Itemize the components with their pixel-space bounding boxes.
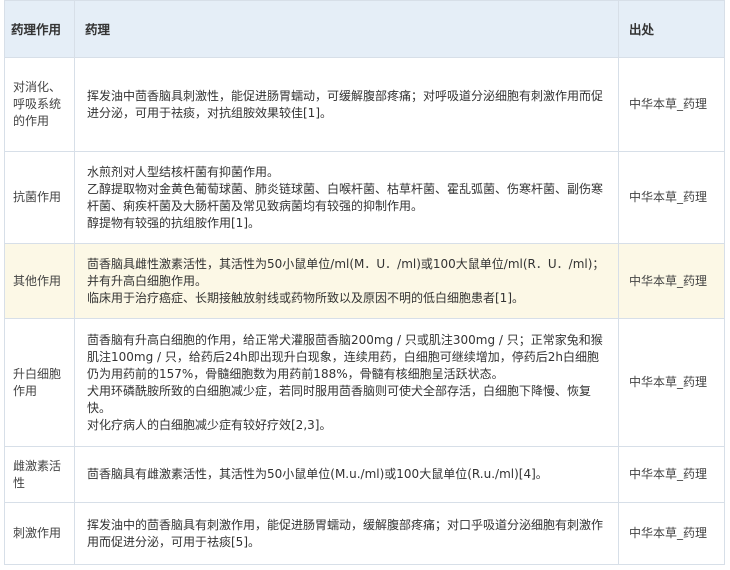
row-category: 抗菌作用 [4,151,75,244]
row-source: 中华本草_药理 [618,446,725,503]
row-category: 雌激素活性 [4,446,75,503]
pharmacology-line: 醇提物有较强的抗组胺作用[1]。 [87,215,260,230]
header-category: 药理作用 [4,0,75,58]
table-header-row: 药理作用 药理 出处 [4,0,725,58]
row-category: 其他作用 [4,243,75,319]
table-row: 其他作用 茴香脑具雌性激素活性，其活性为50小鼠单位/ml(M．U．/ml)或1… [4,243,725,319]
pharmacology-line: 茴香脑具有雌激素活性，其活性为50小鼠单位(M.u./ml)或100大鼠单位(R… [87,467,548,481]
row-pharmacology: 茴香脑具雌性激素活性，其活性为50小鼠单位/ml(M．U．/ml)或100大鼠单… [74,243,619,319]
row-category: 对消化、呼吸系统的作用 [4,57,75,152]
table-row: 雌激素活性 茴香脑具有雌激素活性，其活性为50小鼠单位(M.u./ml)或100… [4,446,725,503]
pharmacology-line: 犬用环磷酰胺所致的白细胞减少症，若同时服用茴香脑则可使犬全部存活，白细胞下降慢、… [87,383,592,415]
row-pharmacology: 茴香脑具有雌激素活性，其活性为50小鼠单位(M.u./ml)或100大鼠单位(R… [74,446,619,503]
pharmacology-line: 茴香脑有升高白细胞的作用，给正常犬灌服茴香脑200mg / 只或肌注300mg … [87,332,603,381]
table-row: 刺激作用 挥发油中的茴香脑具有刺激作用，能促进肠胃蠕动，缓解腹部疼痛；对口乎吸道… [4,502,725,565]
row-category: 刺激作用 [4,502,75,565]
header-source: 出处 [618,0,725,58]
pharmacology-line: 水煎剂对人型结核杆菌有抑菌作用。 [87,164,280,179]
pharmacology-line: 对化疗病人的白细胞减少症有较好疗效[2,3]。 [87,417,332,432]
table-row: 抗菌作用 水煎剂对人型结核杆菌有抑菌作用。 乙醇提取物对金黄色葡萄球菌、肺炎链球… [4,151,725,244]
row-pharmacology: 水煎剂对人型结核杆菌有抑菌作用。 乙醇提取物对金黄色葡萄球菌、肺炎链球菌、白喉杆… [74,151,619,244]
pharmacology-line: 乙醇提取物对金黄色葡萄球菌、肺炎链球菌、白喉杆菌、枯草杆菌、霍乱弧菌、伤寒杆菌、… [87,181,604,213]
row-source: 中华本草_药理 [618,57,725,152]
row-pharmacology: 茴香脑有升高白细胞的作用，给正常犬灌服茴香脑200mg / 只或肌注300mg … [74,318,619,447]
row-source: 中华本草_药理 [618,243,725,319]
row-category: 升白细胞作用 [4,318,75,447]
pharmacology-line: 挥发油中的茴香脑具有刺激作用，能促进肠胃蠕动，缓解腹部疼痛；对口乎吸道分泌细胞有… [87,517,604,549]
pharmacology-line: 茴香脑具雌性激素活性，其活性为50小鼠单位/ml(M．U．/ml)或100大鼠单… [87,256,605,288]
pharmacology-table: 药理作用 药理 出处 对消化、呼吸系统的作用 挥发油中茴香脑具刺激性，能促进肠胃… [4,0,725,565]
pharmacology-line: 临床用于治疗癌症、长期接触放射线或药物所致以及原因不明的低白细胞患者[1]。 [87,290,525,305]
table-row: 对消化、呼吸系统的作用 挥发油中茴香脑具刺激性，能促进肠胃蠕动，可缓解腹部疼痛；… [4,57,725,152]
row-pharmacology: 挥发油中茴香脑具刺激性，能促进肠胃蠕动，可缓解腹部疼痛；对呼吸道分泌细胞有刺激作… [74,57,619,152]
row-source: 中华本草_药理 [618,318,725,447]
row-source: 中华本草_药理 [618,502,725,565]
table-row: 升白细胞作用 茴香脑有升高白细胞的作用，给正常犬灌服茴香脑200mg / 只或肌… [4,318,725,447]
row-source: 中华本草_药理 [618,151,725,244]
pharmacology-line: 挥发油中茴香脑具刺激性，能促进肠胃蠕动，可缓解腹部疼痛；对呼吸道分泌细胞有刺激作… [87,88,604,120]
row-pharmacology: 挥发油中的茴香脑具有刺激作用，能促进肠胃蠕动，缓解腹部疼痛；对口乎吸道分泌细胞有… [74,502,619,565]
header-pharmacology: 药理 [74,0,619,58]
